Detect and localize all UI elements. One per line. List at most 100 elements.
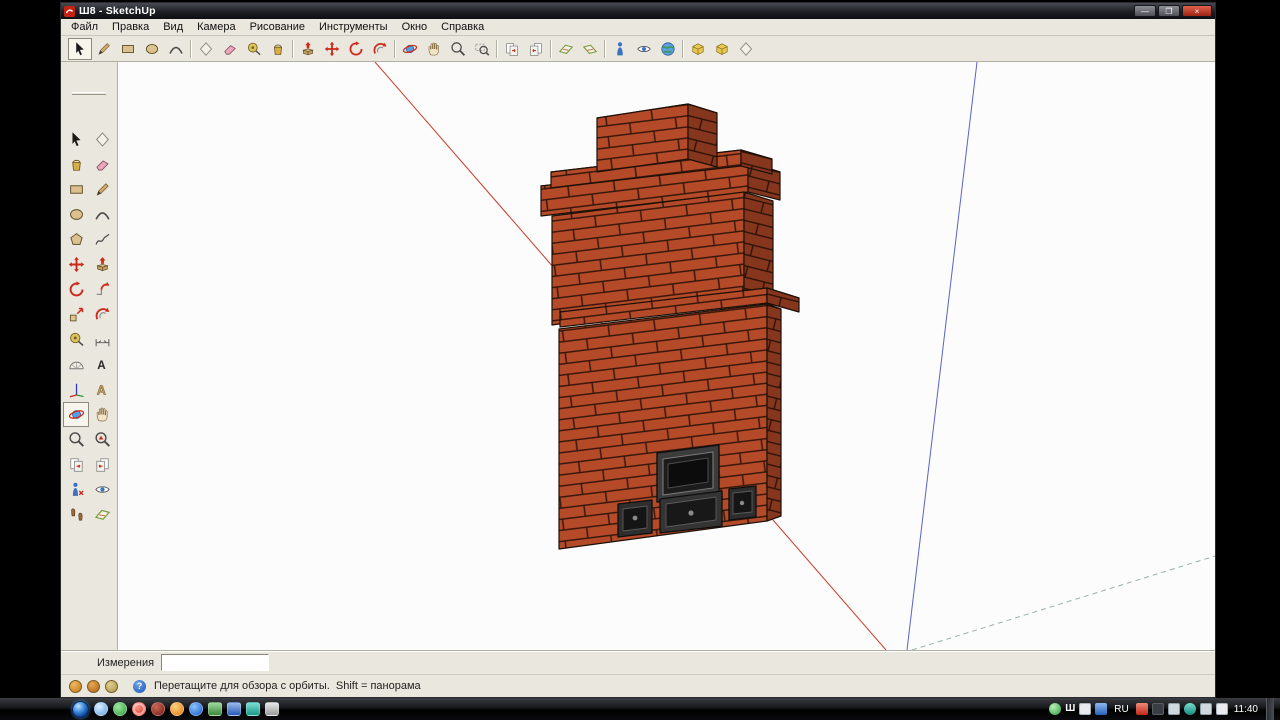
close-button[interactable]: × (1182, 5, 1212, 17)
palette-paint-bucket-tool[interactable] (63, 152, 89, 177)
taskbar-app-icon-opera[interactable] (132, 702, 146, 716)
claim-status-icon[interactable] (105, 679, 118, 693)
next-view-button[interactable] (524, 38, 548, 60)
palette-axes-tool[interactable] (63, 377, 89, 402)
menu-draw[interactable]: Рисование (243, 20, 312, 35)
rotate-tool-button[interactable] (344, 38, 368, 60)
taskbar-app-icon-4[interactable] (151, 702, 165, 716)
taskbar-app-icon-10[interactable] (265, 702, 279, 716)
tray-icon-4[interactable] (1151, 703, 1164, 715)
measurements-input[interactable] (161, 654, 270, 671)
component-options-button[interactable] (734, 38, 758, 60)
taskbar-app-icon-8[interactable] (227, 702, 241, 716)
start-button[interactable] (72, 700, 89, 718)
viewport[interactable] (118, 62, 1215, 650)
palette-dimension-tool[interactable] (89, 327, 115, 352)
tape-measure-button[interactable] (242, 38, 266, 60)
paint-bucket-button[interactable] (266, 38, 290, 60)
palette-orbit-tool[interactable] (63, 402, 89, 427)
section-cuts-button[interactable] (578, 38, 602, 60)
taskbar-app-icon-7[interactable] (208, 702, 222, 716)
menu-tools[interactable]: Инструменты (312, 20, 395, 35)
menu-file[interactable]: Файл (64, 20, 105, 35)
palette-freehand-tool[interactable] (89, 227, 115, 252)
make-component-button[interactable] (194, 38, 218, 60)
palette-pan-tool[interactable] (89, 402, 115, 427)
menu-camera[interactable]: Камера (190, 20, 242, 35)
palette-scale-tool[interactable] (63, 302, 89, 327)
palette-polygon-tool[interactable] (63, 227, 89, 252)
minimize-button[interactable]: — (1134, 5, 1156, 17)
palette-offset-tool[interactable] (89, 302, 115, 327)
palette-look-around-tool[interactable] (89, 477, 115, 502)
zoom-window-button[interactable] (470, 38, 494, 60)
palette-push-pull-tool[interactable] (89, 252, 115, 277)
rectangle-tool-button[interactable] (116, 38, 140, 60)
palette-grip[interactable] (72, 92, 106, 95)
tray-icon-display[interactable] (1167, 703, 1180, 715)
circle-tool-button[interactable] (140, 38, 164, 60)
taskbar-app-icon-2[interactable] (113, 702, 127, 716)
look-around-button[interactable] (632, 38, 656, 60)
taskbar-app-icon-firefox[interactable] (170, 702, 184, 716)
palette-text-tool[interactable] (89, 352, 115, 377)
previous-view-button[interactable] (500, 38, 524, 60)
taskbar-app-icon-ie[interactable] (189, 702, 203, 716)
offset-tool-button[interactable] (368, 38, 392, 60)
arc-tool-button[interactable] (164, 38, 188, 60)
pan-tool-button[interactable] (422, 38, 446, 60)
tray-icon-5[interactable] (1183, 703, 1196, 715)
language-indicator[interactable]: RU (1111, 704, 1131, 715)
credits-status-icon[interactable] (87, 679, 100, 693)
section-plane-button[interactable] (554, 38, 578, 60)
taskbar-clock[interactable]: 11:40 (1232, 704, 1262, 715)
menu-window[interactable]: Окно (395, 20, 435, 35)
palette-section-plane-tool[interactable] (89, 502, 115, 527)
tray-icon-3[interactable] (1135, 703, 1148, 715)
position-camera-button[interactable] (608, 38, 632, 60)
push-pull-button[interactable] (296, 38, 320, 60)
help-icon[interactable]: ? (133, 679, 146, 693)
palette-position-camera-tool[interactable] (63, 477, 89, 502)
tray-icon-2[interactable] (1095, 703, 1108, 715)
palette-previous-view-tool[interactable] (63, 452, 89, 477)
geo-status-icon[interactable] (69, 679, 82, 693)
share-models-button[interactable] (710, 38, 734, 60)
menu-help[interactable]: Справка (434, 20, 491, 35)
line-tool-button[interactable] (92, 38, 116, 60)
palette-line-tool[interactable] (89, 177, 115, 202)
palette-eraser-tool[interactable] (89, 152, 115, 177)
tray-icon-network[interactable] (1199, 703, 1212, 715)
tray-icon-1[interactable] (1079, 703, 1092, 715)
tray-sketchup-badge[interactable]: Ш (1065, 703, 1075, 715)
palette-rectangle-tool[interactable] (63, 177, 89, 202)
menu-edit[interactable]: Правка (105, 20, 156, 35)
palette-protractor-tool[interactable] (63, 352, 89, 377)
palette-rotate-tool[interactable] (63, 277, 89, 302)
palette-make-component-tool[interactable] (89, 127, 115, 152)
palette-next-view-tool[interactable] (89, 452, 115, 477)
get-models-button[interactable] (686, 38, 710, 60)
tray-icon-messenger[interactable] (1049, 703, 1062, 715)
tray-icon-volume[interactable] (1215, 703, 1228, 715)
palette-zoom-extents-tool[interactable] (89, 427, 115, 452)
palette-walk-tool[interactable] (63, 502, 89, 527)
palette-3d-text-tool[interactable] (89, 377, 115, 402)
palette-zoom-tool[interactable] (63, 427, 89, 452)
select-tool-button[interactable] (68, 37, 92, 60)
zoom-tool-button[interactable] (446, 38, 470, 60)
palette-circle-tool[interactable] (63, 202, 89, 227)
orbit-tool-button[interactable] (398, 38, 422, 60)
maximize-button[interactable]: ❐ (1158, 5, 1180, 17)
taskbar-app-icon-9[interactable] (246, 702, 260, 716)
palette-move-tool[interactable] (63, 252, 89, 277)
palette-arc-tool[interactable] (89, 202, 115, 227)
menu-view[interactable]: Вид (156, 20, 190, 35)
eraser-tool-button[interactable] (218, 38, 242, 60)
palette-tape-measure-tool[interactable] (63, 327, 89, 352)
palette-follow-me-tool[interactable] (89, 277, 115, 302)
palette-select-tool[interactable] (63, 127, 89, 152)
google-earth-button[interactable] (656, 38, 680, 60)
taskbar-app-icon-1[interactable] (94, 702, 108, 716)
move-tool-button[interactable] (320, 38, 344, 60)
